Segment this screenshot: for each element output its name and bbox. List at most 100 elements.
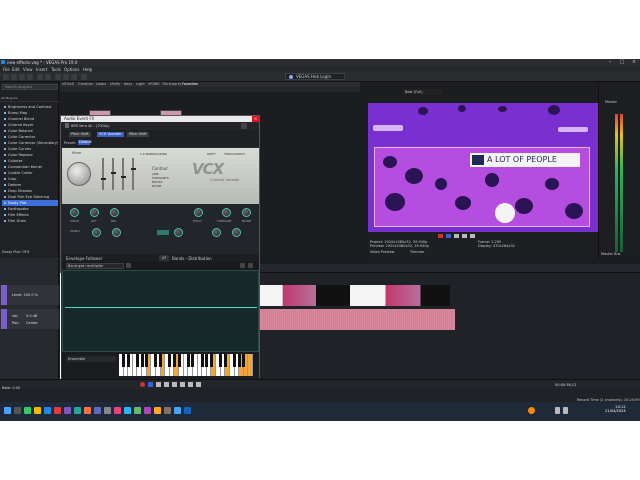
timeline[interactable] <box>60 273 640 379</box>
slider-handle[interactable] <box>130 168 136 170</box>
tab-keys[interactable]: Keys <box>124 82 132 86</box>
preset-select[interactable]: Default <box>78 140 92 145</box>
playhead[interactable] <box>60 273 61 379</box>
loop-icon[interactable] <box>148 382 153 387</box>
copy-icon[interactable] <box>63 74 69 80</box>
stop-icon[interactable] <box>180 382 185 387</box>
plugin-search-input[interactable]: Search plug-ins <box>2 84 58 90</box>
vol-value[interactable]: 0.0 dB <box>26 314 37 318</box>
fx-item[interactable]: Film Grain <box>2 218 58 224</box>
chain-pitch-shift-1[interactable]: Pitch Shift <box>69 132 91 137</box>
app-icon[interactable] <box>154 407 161 414</box>
throughput-toggle[interactable]: THROUGHPUT <box>224 152 245 156</box>
save-icon[interactable] <box>19 74 25 80</box>
black-key[interactable] <box>177 354 181 367</box>
video-clip[interactable] <box>350 285 450 306</box>
app-icon[interactable] <box>54 407 61 414</box>
black-key[interactable] <box>200 354 204 367</box>
app-icon[interactable] <box>114 407 121 414</box>
black-key[interactable] <box>186 354 190 367</box>
grid-icon[interactable] <box>240 263 245 268</box>
chain-pitch-shift-2[interactable]: Pitch Shift <box>127 132 149 137</box>
edge-icon[interactable] <box>44 407 51 414</box>
slider-track[interactable] <box>120 158 126 190</box>
bands-count[interactable]: 47 <box>159 255 169 261</box>
app-icon[interactable] <box>144 407 151 414</box>
slider-track[interactable] <box>100 158 106 190</box>
stop-icon[interactable] <box>470 234 475 238</box>
tab-third-party[interactable]: Third party <box>162 82 181 86</box>
open-icon[interactable] <box>11 74 17 80</box>
network-icon[interactable] <box>555 407 560 414</box>
app-icon[interactable] <box>124 407 131 414</box>
app-icon[interactable] <box>164 407 171 414</box>
slider-handle[interactable] <box>120 176 126 178</box>
play-from-start-icon[interactable] <box>156 382 161 387</box>
black-key[interactable] <box>237 354 241 367</box>
vegas-taskbar-icon[interactable] <box>184 407 191 414</box>
maximize-icon[interactable]: □ <box>616 59 628 66</box>
properties-icon[interactable] <box>81 74 87 80</box>
attack-knob[interactable] <box>90 208 99 217</box>
band-gain-graph[interactable] <box>62 270 259 352</box>
drift-toggle[interactable]: DRIFT <box>207 152 216 156</box>
track-level[interactable]: Level: 100.0 % <box>12 293 38 297</box>
paste-icon[interactable] <box>71 74 77 80</box>
go-to-end-icon[interactable] <box>196 382 201 387</box>
file-explorer-icon[interactable] <box>34 407 41 414</box>
slider-track[interactable] <box>110 158 116 190</box>
undo-icon[interactable] <box>37 74 43 80</box>
mixer-knob[interactable] <box>67 162 91 186</box>
normalizing-toggle[interactable]: L-R NORMALIZING <box>140 152 167 156</box>
eye-icon[interactable] <box>126 263 131 268</box>
play-icon[interactable] <box>164 382 169 387</box>
black-key[interactable] <box>122 354 126 367</box>
black-key[interactable] <box>205 354 209 367</box>
black-key[interactable] <box>168 354 172 367</box>
black-key[interactable] <box>242 354 246 367</box>
tab-vegas[interactable]: VEGAS <box>62 82 74 86</box>
white-key[interactable] <box>248 354 253 376</box>
pause-icon[interactable] <box>462 234 467 238</box>
new-project-icon[interactable] <box>3 74 9 80</box>
contour-noise-option[interactable]: NOISE <box>152 184 161 188</box>
pause-icon[interactable] <box>172 382 177 387</box>
reset-icon[interactable] <box>248 263 253 268</box>
voice-knob[interactable] <box>70 208 79 217</box>
render-icon[interactable] <box>27 74 33 80</box>
black-key[interactable] <box>191 354 195 367</box>
black-key[interactable] <box>233 354 237 367</box>
hub-login[interactable]: VEGAS Hub Login <box>285 73 345 80</box>
record-icon[interactable] <box>140 382 145 387</box>
tab-all-plugins[interactable]: All Plug-Ins <box>1 96 18 100</box>
pitch-knob[interactable] <box>194 208 203 217</box>
video-clip[interactable] <box>316 285 352 306</box>
timeline-ruler[interactable] <box>260 264 640 273</box>
dry-knob[interactable] <box>232 228 241 237</box>
mono-toggle[interactable]: MONO <box>70 229 80 233</box>
audio-clip[interactable] <box>260 309 455 330</box>
slider-handle[interactable] <box>100 178 106 180</box>
app-icon[interactable] <box>174 407 181 414</box>
mix-knob[interactable] <box>112 228 121 237</box>
redo-icon[interactable] <box>45 74 51 80</box>
piano-keyboard[interactable] <box>119 354 253 376</box>
tab-favorites[interactable]: Favorites <box>182 82 198 86</box>
ensemble-select[interactable]: Ensemble <box>66 356 116 362</box>
chain-settings-icon[interactable] <box>241 123 247 129</box>
app-icon[interactable] <box>84 407 91 414</box>
black-key[interactable] <box>126 354 130 367</box>
black-key[interactable] <box>140 354 144 367</box>
black-key[interactable] <box>154 354 158 367</box>
preview-quality-select[interactable]: Best (Full) <box>403 89 443 95</box>
black-key[interactable] <box>135 354 139 367</box>
bright-knob[interactable] <box>212 228 221 237</box>
chain-vcx-vocoder[interactable]: VCX Vocoder <box>97 132 124 137</box>
band-parameter-select[interactable]: Band gain multiplier <box>66 263 124 269</box>
app-icon[interactable] <box>104 407 111 414</box>
tab-trimmer[interactable]: Trimmer <box>410 250 424 254</box>
video-track-header[interactable]: Level: 100.0 % <box>0 285 59 305</box>
close-icon[interactable]: × <box>628 59 640 66</box>
fine-knob[interactable] <box>174 228 183 237</box>
play-icon[interactable] <box>454 234 459 238</box>
